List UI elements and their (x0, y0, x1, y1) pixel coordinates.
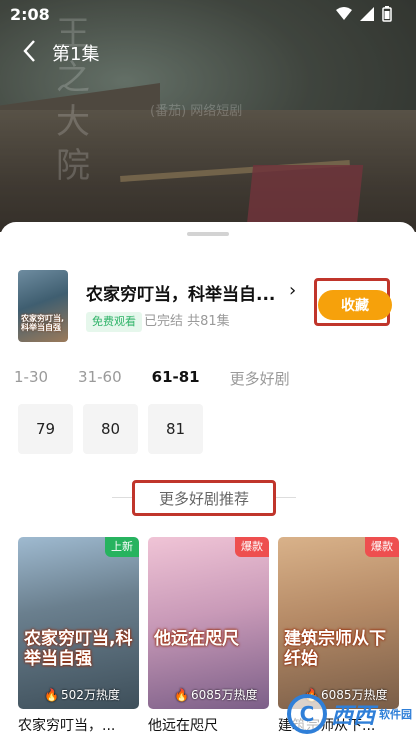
hot-tag: 爆款 (235, 537, 269, 557)
tab-range-61-81[interactable]: 61-81 (152, 368, 200, 389)
site-watermark-subtext: 软件园 (379, 708, 412, 721)
divider-right (276, 497, 296, 498)
wifi-icon (336, 7, 352, 20)
video-title-watermark: 王 之 大 院 (56, 14, 90, 186)
favorite-button[interactable]: 收藏 (318, 290, 392, 320)
episode-title: 第1集 (52, 44, 100, 65)
recommend-poster[interactable]: 爆款 建筑宗师从下纤始 🔥 6085万热度 (278, 537, 399, 709)
back-button[interactable] (20, 38, 44, 66)
heat-count: 🔥 6085万热度 (174, 686, 258, 703)
site-watermark-text: 西西 (330, 704, 375, 729)
poster-title: 农家穷叮当,科举当自强 (24, 629, 133, 669)
episode-range-tabs: 1-30 31-60 61-81 更多好剧 (14, 368, 320, 389)
divider-left (112, 497, 132, 498)
tab-range-1-30[interactable]: 1-30 (14, 368, 48, 389)
heat-text: 502万热度 (60, 688, 120, 702)
video-player-background[interactable]: 王 之 大 院 (番茄) 网络短剧 (0, 0, 416, 232)
status-icons (336, 6, 392, 22)
chevron-left-icon (23, 40, 35, 62)
recommend-card[interactable]: 爆款 他远在咫尺 🔥 6085万热度 他远在咫尺 (148, 537, 269, 735)
battery-icon (382, 6, 392, 22)
video-caption-watermark: (番茄) 网络短剧 (150, 104, 243, 119)
hot-tag: 爆款 (365, 537, 399, 557)
site-logo-icon: C (286, 694, 327, 734)
heat-count: 🔥 502万热度 (44, 686, 120, 703)
drama-meta: 已完结 共81集 (144, 314, 230, 329)
status-time: 2:08 (10, 5, 50, 24)
tab-range-31-60[interactable]: 31-60 (78, 368, 122, 389)
episode-item[interactable]: 79 (18, 404, 73, 454)
cover-title-text: 农家穷叮当,科举当自强 (21, 314, 65, 332)
episode-item[interactable]: 80 (83, 404, 138, 454)
site-watermark: C 西西 软件园 (286, 694, 412, 734)
flame-icon: 🔥 (174, 687, 189, 702)
drama-title[interactable]: 农家穷叮当，科举当自... (86, 280, 286, 305)
episode-item[interactable]: 81 (148, 404, 203, 454)
flame-icon: 🔥 (44, 687, 59, 702)
episode-grid: 79 80 81 (18, 404, 203, 454)
recommend-poster[interactable]: 上新 农家穷叮当,科举当自强 🔥 502万热度 (18, 537, 139, 709)
tab-more-dramas[interactable]: 更多好剧 (230, 368, 290, 389)
free-watch-badge: 免费观看 (86, 312, 142, 332)
status-bar: 2:08 (0, 0, 416, 28)
recommend-name[interactable]: 农家穷叮当，... (18, 715, 139, 735)
recommend-header: 更多好剧推荐 (158, 490, 249, 508)
sheet-drag-handle[interactable] (187, 232, 229, 236)
poster-title: 建筑宗师从下纤始 (284, 629, 386, 669)
recommend-card[interactable]: 上新 农家穷叮当,科举当自强 🔥 502万热度 农家穷叮当，... (18, 537, 139, 735)
chevron-right-icon[interactable]: › (289, 280, 296, 301)
episode-sheet: 农家穷叮当,科举当自强 农家穷叮当，科举当自... › 免费观看 已完结 共81… (0, 222, 416, 740)
new-tag: 上新 (105, 537, 139, 557)
heat-text: 6085万热度 (190, 688, 258, 702)
recommend-name[interactable]: 他远在咫尺 (148, 715, 269, 735)
poster-title: 他远在咫尺 (154, 629, 239, 649)
recommend-poster[interactable]: 爆款 他远在咫尺 🔥 6085万热度 (148, 537, 269, 709)
drama-cover[interactable]: 农家穷叮当,科举当自强 (18, 270, 68, 342)
signal-icon (360, 7, 374, 21)
